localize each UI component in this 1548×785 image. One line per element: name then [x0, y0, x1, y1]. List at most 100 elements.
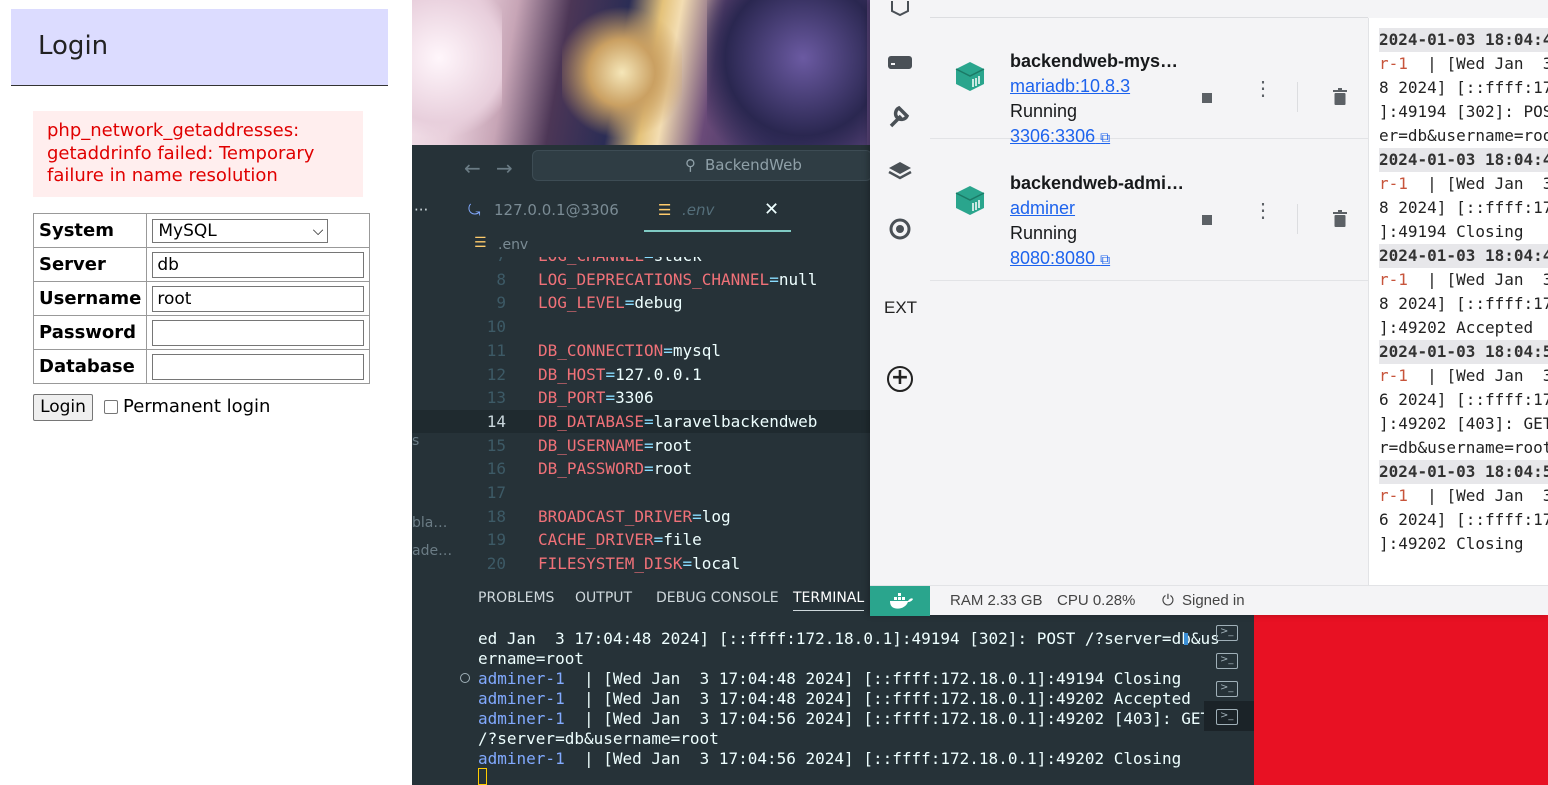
breadcrumb[interactable]: ☰ .env: [474, 235, 528, 253]
add-extension-icon[interactable]: +: [887, 366, 913, 392]
settings-file-icon: ☰: [474, 235, 487, 251]
tab-output[interactable]: OUTPUT: [575, 590, 632, 606]
code-line[interactable]: 12 DB_HOST=127.0.0.1: [412, 363, 870, 387]
builds-icon[interactable]: [887, 160, 913, 186]
code-line[interactable]: 10: [412, 315, 870, 339]
log-line: r-1 | [Wed Jan 3: [1379, 52, 1548, 76]
terminal-text: | [Wed Jan 3 17:04:48 2024] [::ffff:172.…: [564, 689, 1191, 708]
line-number: 15: [486, 435, 506, 455]
line-number: 14: [486, 411, 506, 431]
container-name[interactable]: backendweb-admi…: [1010, 173, 1184, 194]
equals-sign: =: [624, 293, 635, 313]
container-list: backendweb-mys… mariadb:10.8.3 Running 3…: [930, 18, 1368, 585]
container-image-link[interactable]: mariadb:10.8.3: [1010, 76, 1130, 97]
terminal-cursor: [478, 768, 487, 785]
docker-whale-icon[interactable]: [870, 586, 930, 616]
username-field[interactable]: [152, 285, 365, 312]
delete-icon[interactable]: [1333, 88, 1347, 105]
tab-debug-console[interactable]: DEBUG CONSOLE: [656, 590, 779, 606]
equals-sign: =: [644, 257, 654, 265]
stop-button[interactable]: [1202, 215, 1212, 225]
code-line[interactable]: 11 DB_CONNECTION=mysql: [412, 339, 870, 363]
terminal-icon[interactable]: >_: [1216, 681, 1238, 697]
env-key: DB_PASSWORD: [538, 459, 644, 479]
scrollbar[interactable]: [1184, 633, 1188, 645]
signed-in-status[interactable]: Signed in: [1182, 592, 1245, 609]
code-text: LOG_CHANNEL=stack: [538, 257, 702, 268]
code-line[interactable]: 9 LOG_LEVEL=debug: [412, 291, 870, 315]
login-form: System MySQL ⌵ Server Username Password D…: [32, 213, 371, 384]
code-line[interactable]: 14 DB_DATABASE=laravelbackendweb: [412, 409, 870, 434]
container-image-link[interactable]: adminer: [1010, 198, 1075, 219]
log-text: | [Wed Jan 3: [1407, 54, 1548, 73]
code-line[interactable]: 19 CACHE_DRIVER=file: [412, 528, 870, 552]
equals-sign: =: [692, 506, 702, 526]
container-logs[interactable]: 2024-01-03 18:04:48 r-1 | [Wed Jan 3 8 202…: [1368, 18, 1548, 585]
scout-icon[interactable]: [887, 216, 913, 242]
code-line[interactable]: 20 FILESYSTEM_DISK=local: [412, 552, 870, 575]
permanent-login-checkbox[interactable]: [104, 399, 118, 414]
extensions-label[interactable]: EXT: [884, 298, 917, 318]
container-port-link[interactable]: 8080:8080 ⧉: [1010, 248, 1110, 269]
container-row[interactable]: backendweb-mys… mariadb:10.8.3 Running 3…: [930, 18, 1368, 146]
close-icon[interactable]: ✕: [764, 190, 779, 230]
container-row[interactable]: backendweb-admi… adminer Running 8080:80…: [930, 160, 1368, 281]
line-number: 20: [486, 554, 506, 574]
back-arrow-icon[interactable]: ←: [464, 156, 481, 180]
tab-terminal[interactable]: TERMINAL: [793, 590, 865, 611]
code-line[interactable]: 13 DB_PORT=3306: [412, 386, 870, 410]
more-tabs-icon[interactable]: ···: [414, 190, 428, 232]
dev-environments-icon[interactable]: [887, 104, 913, 130]
container-name[interactable]: backendweb-mys…: [1010, 51, 1178, 72]
env-value: log: [701, 506, 731, 526]
adminer-window: Login php_network_getaddresses: getaddri…: [0, 0, 412, 785]
code-line[interactable]: 15 DB_USERNAME=root: [412, 434, 870, 458]
more-options-icon[interactable]: ⋮: [1253, 201, 1273, 221]
log-line: 6 2024] [::ffff:172: [1379, 388, 1548, 412]
code-line[interactable]: 17: [412, 481, 870, 505]
system-select[interactable]: MySQL ⌵: [152, 218, 329, 243]
code-line[interactable]: 18 BROADCAST_DRIVER=log: [412, 505, 870, 529]
tab-db-connection[interactable]: ⤿ 127.0.0.1@3306: [464, 190, 624, 232]
delete-icon[interactable]: [1333, 210, 1347, 227]
terminal-icon[interactable]: >_: [1216, 625, 1238, 641]
code-editor[interactable]: 7LOG_CHANNEL=stack8LOG_DEPRECATIONS_CHAN…: [412, 257, 870, 575]
log-text: ]:49202 Accepted: [1379, 318, 1534, 337]
log-prefix: r-1: [1379, 486, 1408, 505]
equals-sign: =: [682, 554, 693, 574]
equals-sign: =: [605, 388, 616, 408]
more-options-icon[interactable]: ⋮: [1253, 79, 1273, 99]
tab-env[interactable]: ☰ .env ✕: [644, 190, 791, 232]
external-link-icon: ⧉: [1100, 251, 1111, 267]
code-line[interactable]: 7 LOG_CHANNEL=stack: [412, 257, 870, 268]
line-number: 8: [496, 269, 506, 289]
line-number: 16: [486, 459, 506, 479]
images-icon[interactable]: [887, 0, 913, 26]
log-text: r=db&username=root: [1379, 438, 1548, 457]
container-port-link[interactable]: 3306:3306 ⧉: [1010, 126, 1110, 147]
terminal-output[interactable]: ed Jan 3 17:04:48 2024] [::ffff:172.18.0…: [412, 625, 1220, 785]
code-text: DB_USERNAME=root: [538, 434, 692, 458]
env-key: DB_CONNECTION: [538, 340, 664, 360]
env-value: mysql: [672, 340, 722, 360]
server-field[interactable]: [152, 251, 365, 278]
docker-desktop-window: EXT + backendweb-mys… mariadb:10.8.3 Run…: [870, 0, 1548, 616]
volumes-icon[interactable]: [887, 52, 913, 78]
code-line[interactable]: 16 DB_PASSWORD=root: [412, 457, 870, 481]
permanent-login[interactable]: Permanent login: [104, 396, 270, 417]
password-field[interactable]: [152, 319, 365, 346]
env-value: laravelbackendweb: [653, 411, 818, 431]
log-text: 8 2024] [::ffff:172: [1379, 198, 1548, 217]
tab-problems[interactable]: PROBLEMS: [478, 590, 554, 606]
env-value: root: [653, 435, 693, 455]
database-field[interactable]: [152, 353, 365, 380]
command-center-search[interactable]: ⚲ BackendWeb: [532, 150, 872, 181]
terminal-text: ername=root: [478, 649, 584, 668]
terminal-icon[interactable]: >_: [1216, 653, 1238, 669]
terminal-icon[interactable]: >_: [1216, 709, 1238, 725]
login-button[interactable]: Login: [33, 394, 93, 421]
code-line[interactable]: 8 LOG_DEPRECATIONS_CHANNEL=null: [412, 268, 870, 292]
log-line: ]:49194 [302]: POST: [1379, 100, 1548, 124]
stop-button[interactable]: [1202, 93, 1212, 103]
forward-arrow-icon[interactable]: →: [496, 156, 513, 180]
